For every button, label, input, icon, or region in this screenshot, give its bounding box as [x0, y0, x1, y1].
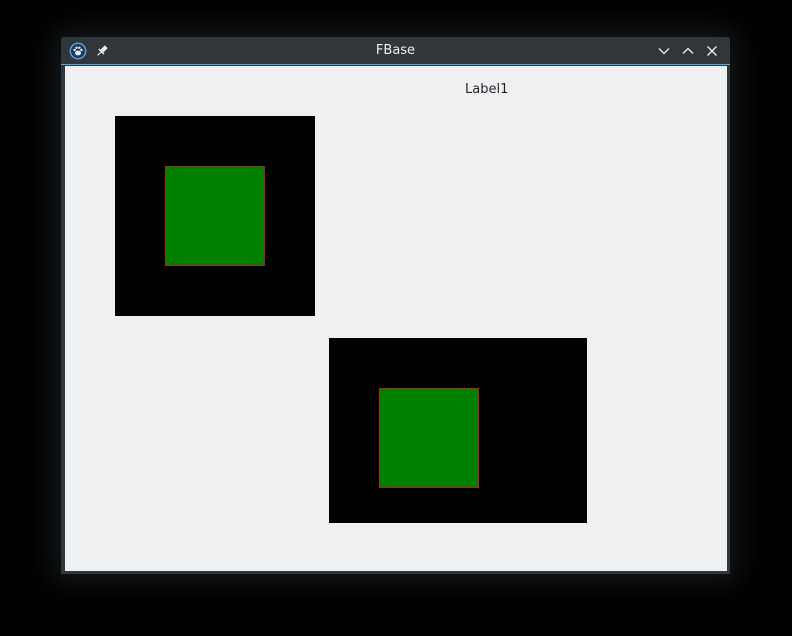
- canvas-panel-1: [115, 116, 315, 316]
- green-square-1: [165, 166, 265, 266]
- window-client-area: Label1: [65, 66, 727, 571]
- maximize-button[interactable]: [678, 41, 698, 61]
- close-icon: [707, 46, 717, 56]
- chevron-down-icon: [658, 48, 670, 55]
- window-title: FBase: [375, 43, 416, 58]
- minimize-button[interactable]: [654, 41, 674, 61]
- label1: Label1: [465, 82, 509, 97]
- canvas-panel-2: [329, 338, 587, 523]
- fbase-window: FBase Label1: [61, 37, 730, 574]
- green-square-2: [379, 388, 479, 488]
- title-bar[interactable]: FBase: [61, 37, 730, 65]
- chevron-up-icon: [682, 47, 694, 54]
- close-button[interactable]: [702, 41, 722, 61]
